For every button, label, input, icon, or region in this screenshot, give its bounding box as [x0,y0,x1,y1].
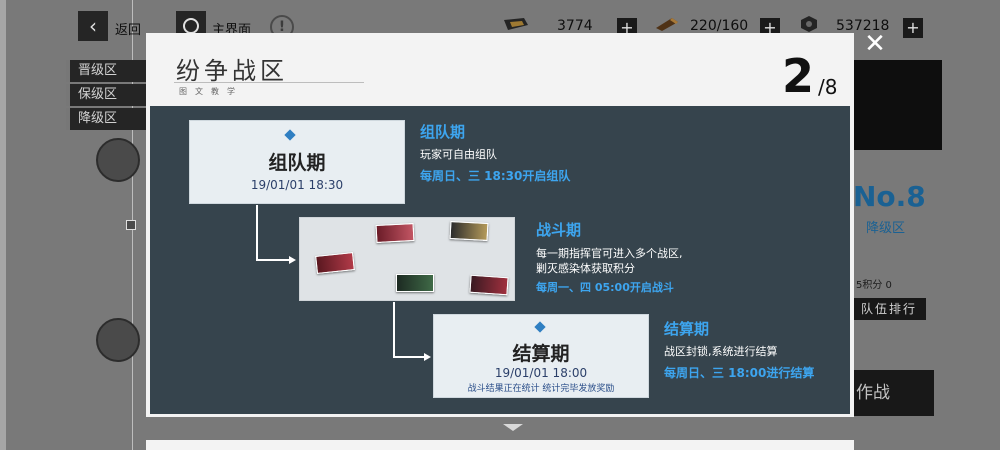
team-card-date: 19/01/01 18:30 [250,178,344,192]
flow-arrow-icon [289,256,296,264]
modal-subtitle: 图文教学 [179,87,243,96]
chevron-down-icon[interactable] [503,424,523,431]
battle-thumbnail [449,221,489,241]
settle-card-date: 19/01/01 18:00 [494,366,588,380]
tutorial-modal: 纷争战区 图文教学 2 /8 组队期 19/01/01 18:30 结算期 19… [146,33,854,417]
team-phase-card: 组队期 19/01/01 18:30 [189,120,405,204]
diamond-icon [284,129,296,141]
settle-phase-desc: 战区封锁,系统进行结算 [664,345,778,358]
battle-phase-title: 战斗期 [536,221,582,239]
modal-title: 纷争战区 [176,57,288,85]
page-total: /8 [818,75,838,99]
battle-phase-desc: 每一期指挥官可进入多个战区, [536,247,683,260]
settle-phase-title: 结算期 [664,320,710,338]
settle-phase-card: 结算期 19/01/01 18:00 战斗结果正在统计 统计完毕发放奖励 [433,314,649,398]
settle-card-title: 结算期 [512,343,570,365]
battle-phase-time: 每周一、四 05:00开启战斗 [536,281,674,294]
team-card-title: 组队期 [268,152,326,174]
tutorial-slide: 组队期 19/01/01 18:30 结算期 19/01/01 18:00 战斗… [150,106,850,414]
page-current: 2 [782,49,815,103]
flow-connector [256,259,290,261]
diamond-icon [534,321,546,333]
battle-thumbnail [396,274,434,292]
team-phase-title: 组队期 [420,123,466,141]
battle-phase-desc: 剿灭感染体获取积分 [536,262,635,275]
next-page-strip [146,440,854,450]
close-icon[interactable]: ✕ [862,31,888,58]
battle-thumbnail [375,223,415,243]
title-underline [174,82,364,83]
team-phase-desc: 玩家可自由组队 [420,148,497,161]
flow-connector [256,205,258,260]
settle-card-note: 战斗结果正在统计 统计完毕发放奖励 [467,384,615,394]
flow-arrow-icon [424,353,431,361]
battle-phase-card [299,217,515,301]
battle-thumbnail [315,252,355,274]
team-phase-time: 每周日、三 18:30开启组队 [420,169,571,183]
settle-phase-time: 每周日、三 18:00进行结算 [664,366,815,380]
flow-connector [393,302,395,357]
battle-thumbnail [469,274,509,296]
flow-connector [393,356,425,358]
